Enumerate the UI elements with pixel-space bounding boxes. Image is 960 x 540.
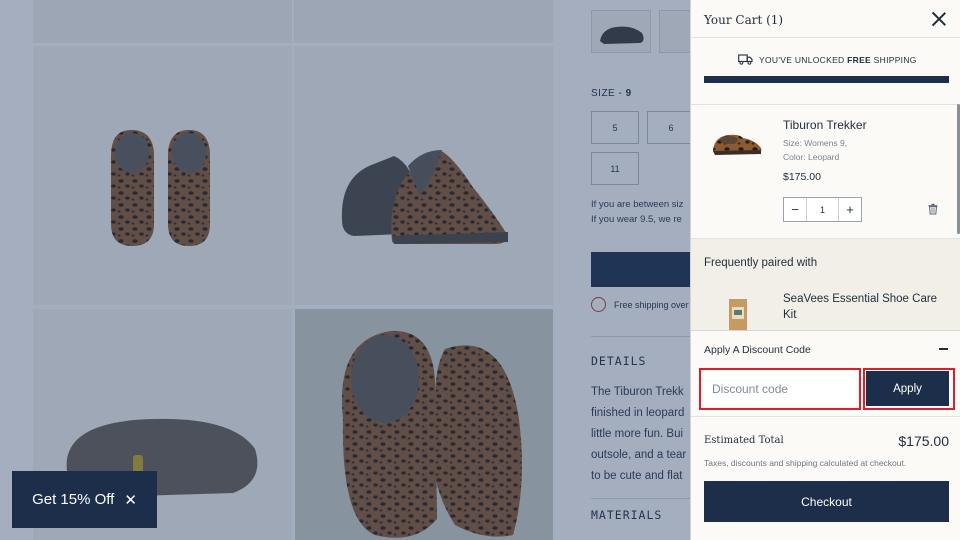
discount-title[interactable]: Apply A Discount Code <box>704 344 811 356</box>
shipping-progress-bar <box>704 76 949 83</box>
quantity-increase-button[interactable]: + <box>839 198 861 221</box>
paired-product-name[interactable]: SeaVees Essential Shoe Care Kit <box>783 291 948 323</box>
quantity-decrease-button[interactable]: − <box>784 198 806 221</box>
close-icon[interactable]: ✕ <box>124 491 137 509</box>
divider <box>691 416 960 417</box>
estimated-total-value: $175.00 <box>898 433 949 449</box>
cart-title: Your Cart (1) <box>704 13 784 27</box>
close-icon[interactable] <box>929 9 949 29</box>
page-overlay[interactable] <box>0 0 690 540</box>
cart-item-size: Size: Womens 9, <box>783 138 848 148</box>
cart-item-name[interactable]: Tiburon Trekker <box>783 118 867 132</box>
cart-drawer: Your Cart (1) YOU'VE UNLOCKED FREE SHIPP… <box>690 0 960 540</box>
frequently-paired-section: Frequently paired with SeaVees Essential… <box>691 238 960 331</box>
paired-title: Frequently paired with <box>704 257 818 269</box>
quantity-input[interactable]: 1 <box>806 198 839 221</box>
cart-item-image[interactable] <box>709 122 765 162</box>
checkout-button[interactable]: Checkout <box>704 481 949 522</box>
minus-icon[interactable] <box>939 348 948 350</box>
discount-panel: Apply A Discount Code Apply Estimated To… <box>691 330 960 540</box>
promo-banner[interactable]: Get 15% Off ✕ <box>12 471 157 528</box>
shipping-message: YOU'VE UNLOCKED FREE SHIPPING <box>738 54 917 65</box>
trash-icon[interactable] <box>927 203 939 215</box>
shoe-care-kit-image[interactable] <box>727 297 749 331</box>
quantity-stepper: − 1 + <box>783 197 862 222</box>
promo-label[interactable]: Get 15% Off <box>32 491 114 508</box>
divider <box>691 104 960 105</box>
shipping-message-text: YOU'VE UNLOCKED FREE SHIPPING <box>759 54 917 65</box>
tax-note: Taxes, discounts and shipping calculated… <box>704 458 907 468</box>
truck-icon <box>738 54 753 65</box>
discount-code-input[interactable] <box>704 372 856 406</box>
divider <box>691 37 960 38</box>
cart-item-color: Color: Leopard <box>783 152 840 162</box>
cart-item-price: $175.00 <box>783 171 821 183</box>
apply-discount-button[interactable]: Apply <box>866 371 949 406</box>
estimated-total-label: Estimated Total <box>704 435 784 446</box>
